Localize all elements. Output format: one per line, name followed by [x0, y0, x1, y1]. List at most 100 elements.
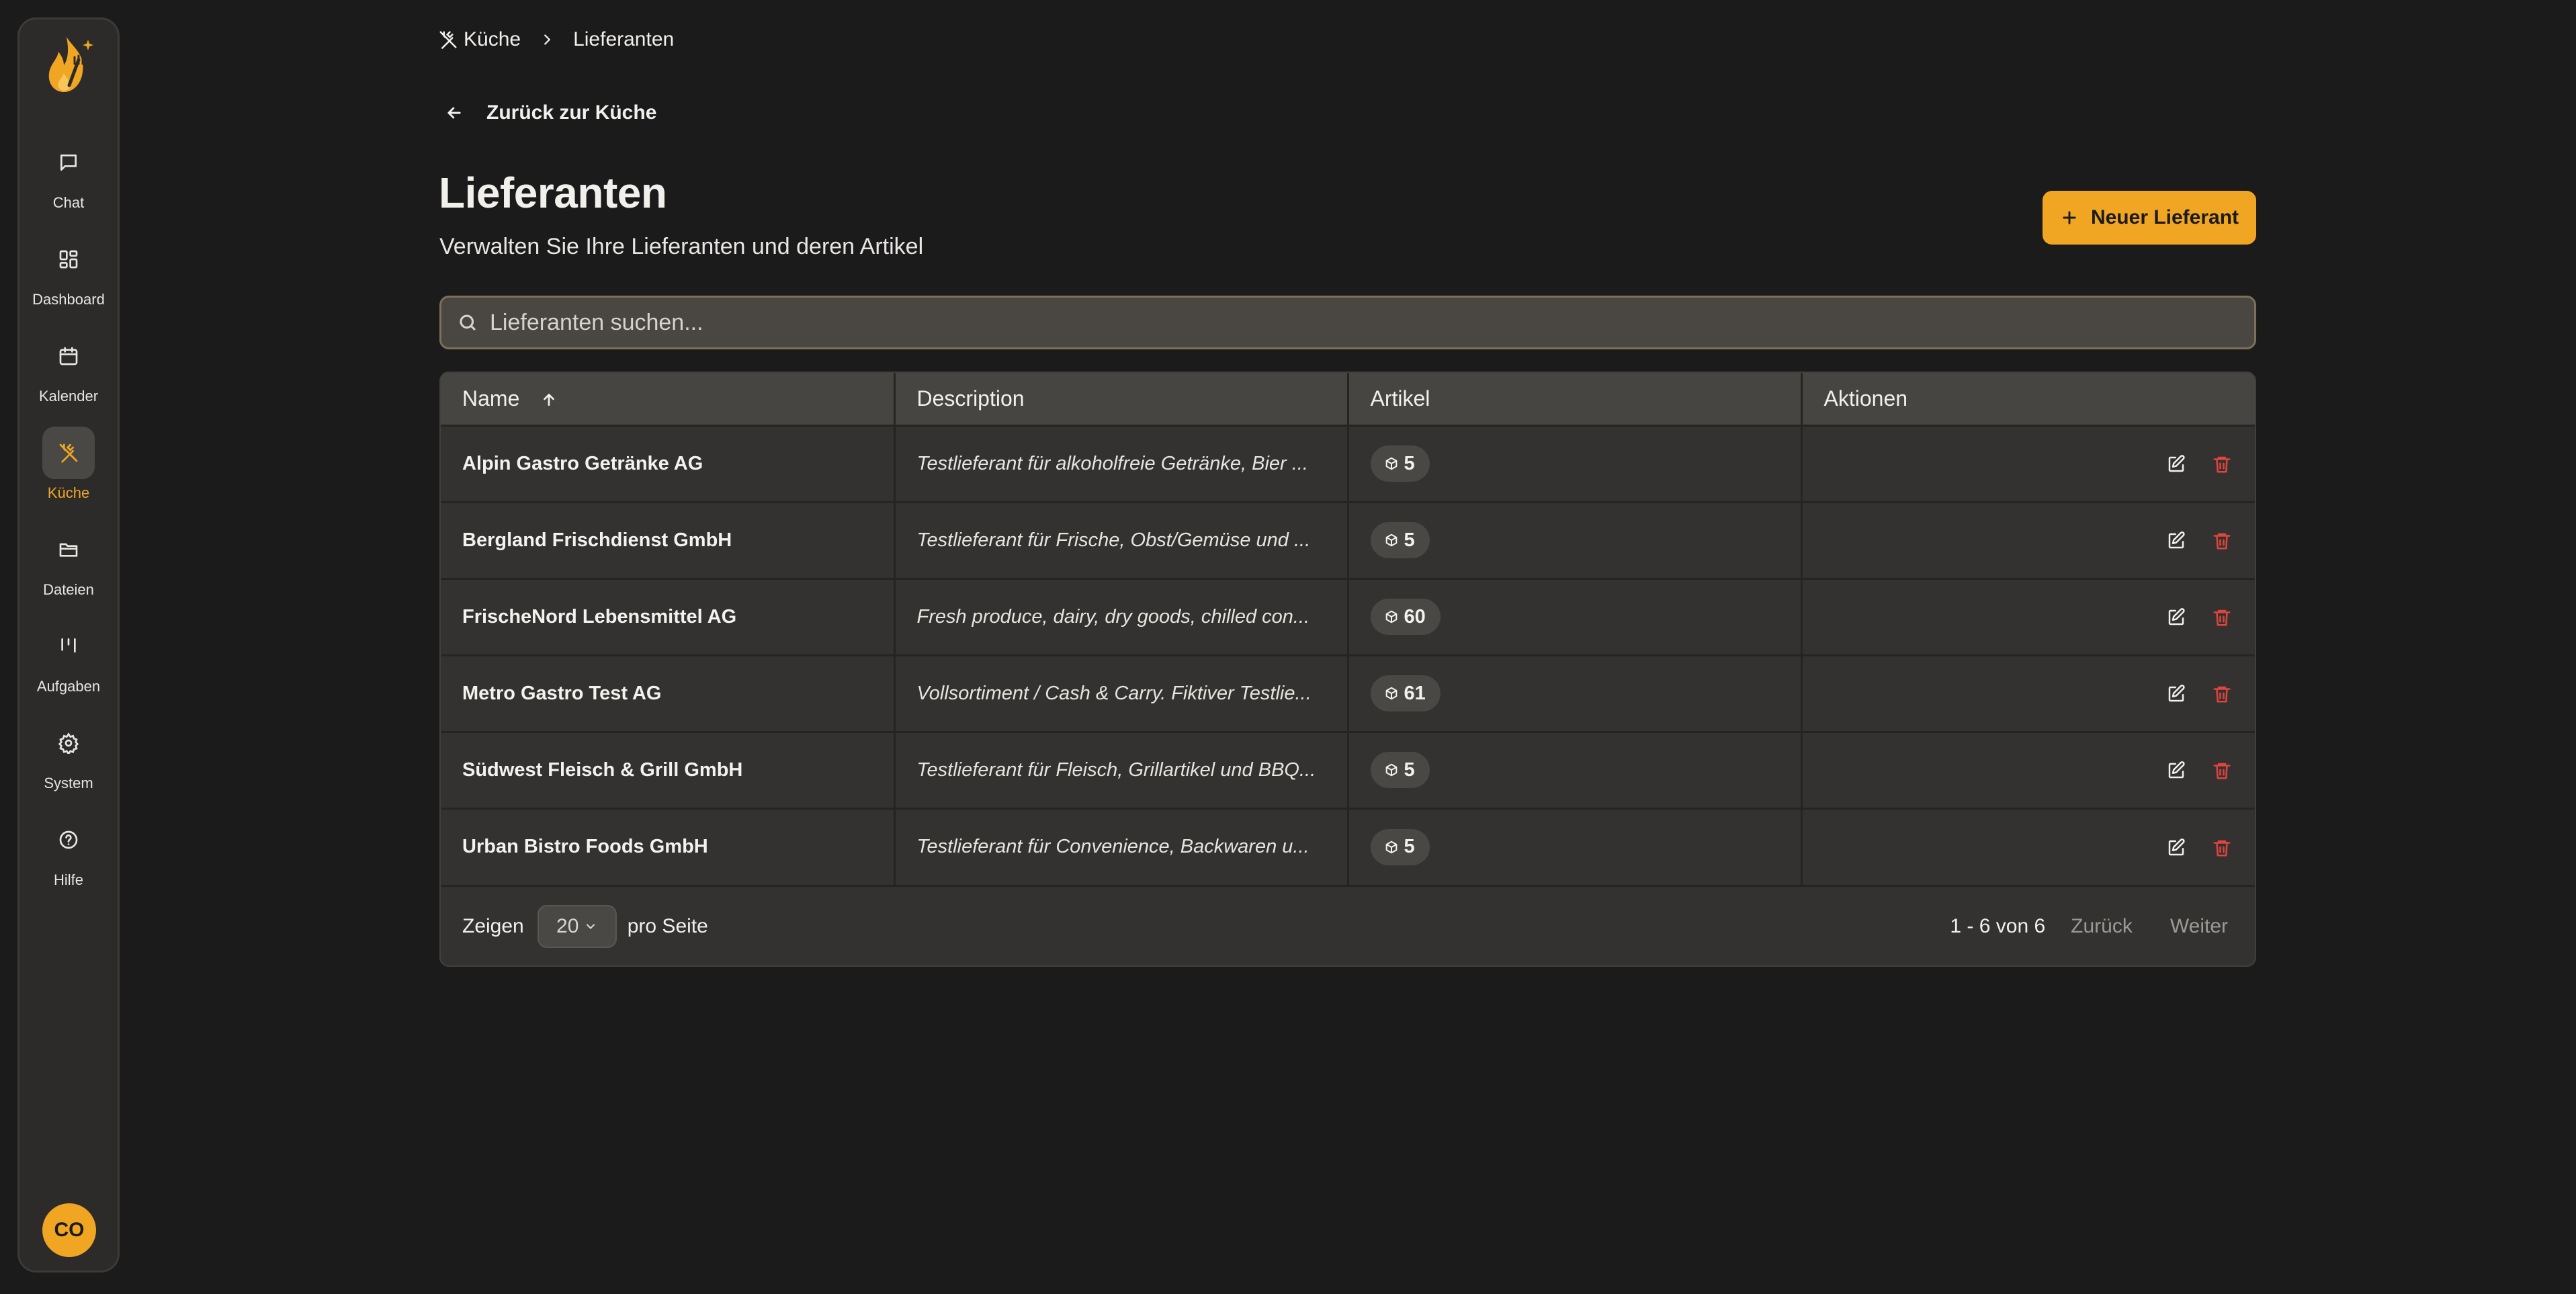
actions-cell [1801, 425, 2255, 502]
package-icon [1384, 763, 1399, 777]
sidebar-item-dateien[interactable]: Dateien [19, 523, 118, 617]
delete-icon[interactable] [2212, 531, 2232, 551]
delete-icon[interactable] [2212, 454, 2232, 474]
chevron-right-icon [540, 32, 554, 47]
supplier-name: Südwest Fleisch & Grill GmbH [441, 732, 896, 808]
supplier-description: Vollsortiment / Cash & Carry. Fiktiver T… [894, 655, 1349, 732]
article-count-badge: 5 [1370, 445, 1430, 482]
article-count-badge: 60 [1370, 599, 1441, 635]
page-size-value: 20 [556, 914, 579, 937]
grid-icon [42, 233, 95, 286]
table-row[interactable]: Alpin Gastro Getränke AG Testlieferant fü… [441, 425, 2255, 502]
back-link-label: Zurück zur Küche [486, 101, 657, 124]
article-count: 5 [1404, 529, 1415, 551]
edit-icon[interactable] [2166, 838, 2186, 858]
pagination-range: 1 - 6 von 6 [1950, 914, 2046, 937]
utensils-crossed-icon [438, 30, 458, 50]
breadcrumb-label: Küche [464, 28, 521, 50]
breadcrumb-current: Lieferanten [573, 28, 675, 50]
edit-icon[interactable] [2166, 454, 2186, 474]
column-header-description[interactable]: Description [894, 373, 1349, 425]
actions-cell [1801, 502, 2255, 578]
previous-page-button[interactable]: Zurück [2071, 915, 2133, 938]
delete-icon[interactable] [2212, 684, 2232, 704]
actions-cell [1801, 732, 2255, 808]
delete-icon[interactable] [2212, 607, 2232, 628]
package-icon [1384, 686, 1399, 701]
edit-icon[interactable] [2166, 531, 2186, 551]
sidebar-item-label: Küche [47, 484, 90, 501]
sidebar-item-label: System [44, 775, 93, 791]
sidebar-item-label: Dateien [43, 581, 94, 598]
table-row[interactable]: Metro Gastro Test AG Vollsortiment / Cash… [441, 655, 2255, 732]
sidebar-item-hilfe[interactable]: Hilfe [19, 814, 118, 908]
new-supplier-button[interactable]: Neuer Lieferant [2043, 191, 2256, 245]
breadcrumb: Küche Lieferanten [438, 26, 674, 54]
article-count-badge: 5 [1370, 828, 1430, 865]
supplier-description: Testlieferant für Frische, Obst/Gemüse u… [894, 502, 1349, 578]
table-row[interactable]: Bergland Frischdienst GmbH Testlieferant … [441, 502, 2255, 578]
sidebar-item-label: Hilfe [53, 871, 83, 888]
article-count-cell: 5 [1348, 502, 1803, 578]
article-count-cell: 60 [1348, 578, 1803, 655]
supplier-name: FrischeNord Lebensmittel AG [441, 578, 896, 655]
sidebar-item-chat[interactable]: Chat [19, 136, 118, 230]
package-icon [1384, 533, 1399, 548]
sidebar-item-kalender[interactable]: Kalender [19, 330, 118, 424]
article-count-badge: 5 [1370, 752, 1430, 788]
table-header-row: Name Description Artikel Aktionen [441, 373, 2255, 425]
column-header-aktionen: Aktionen [1823, 386, 1908, 411]
supplier-description: Testlieferant für Fleisch, Grillartikel … [894, 732, 1349, 808]
article-count-cell: 5 [1348, 425, 1803, 502]
sidebar-item-system[interactable]: System [19, 717, 118, 811]
logo-icon[interactable] [44, 33, 97, 97]
article-count: 60 [1404, 605, 1426, 628]
article-count-cell: 5 [1348, 808, 1803, 885]
article-count: 61 [1404, 682, 1426, 704]
table-row[interactable]: FrischeNord Lebensmittel AG Fresh produce… [441, 578, 2255, 655]
breadcrumb-item-kueche[interactable]: Küche [438, 28, 521, 51]
sidebar-item-dashboard[interactable]: Dashboard [19, 233, 118, 327]
article-count: 5 [1404, 452, 1415, 474]
avatar[interactable]: CO [42, 1203, 96, 1257]
actions-cell [1801, 655, 2255, 732]
delete-icon[interactable] [2212, 838, 2232, 858]
edit-icon[interactable] [2166, 684, 2186, 704]
arrow-left-icon [445, 103, 464, 122]
per-page-label: pro Seite [627, 914, 708, 937]
article-count-cell: 5 [1348, 732, 1803, 808]
supplier-name: Bergland Frischdienst GmbH [441, 502, 896, 578]
sidebar-item-kueche[interactable]: Küche [19, 427, 118, 521]
search-icon [458, 312, 478, 333]
folder-icon [42, 523, 95, 576]
search-input[interactable] [490, 309, 2254, 336]
new-supplier-label: Neuer Lieferant [2090, 206, 2239, 228]
article-count: 5 [1404, 759, 1415, 781]
article-count: 5 [1404, 836, 1415, 858]
edit-icon[interactable] [2166, 761, 2186, 781]
chevron-down-icon [584, 920, 597, 933]
next-page-button[interactable]: Weiter [2170, 915, 2228, 938]
pagination-bar: Zeigen 20 pro Seite 1 - 6 von 6 Zurück W… [441, 885, 2255, 965]
column-header-artikel[interactable]: Artikel [1348, 373, 1803, 425]
package-icon [1384, 840, 1399, 855]
page-title: Lieferanten [439, 169, 667, 217]
back-to-kitchen-link[interactable]: Zurück zur Küche [445, 98, 656, 128]
utensils-crossed-icon [42, 427, 95, 479]
actions-cell [1801, 578, 2255, 655]
article-count-cell: 61 [1348, 655, 1803, 732]
search-bar [439, 296, 2256, 349]
sidebar: Chat Dashboard Kalender Küche Dateien Au… [17, 17, 120, 1273]
package-icon [1384, 456, 1399, 471]
delete-icon[interactable] [2212, 761, 2232, 781]
sidebar-item-aufgaben[interactable]: Aufgaben [19, 620, 118, 714]
kanban-icon [42, 620, 95, 673]
column-header-name[interactable]: Name [441, 373, 896, 425]
edit-icon[interactable] [2166, 607, 2186, 628]
table-row[interactable]: Urban Bistro Foods GmbH Testlieferant für… [441, 808, 2255, 885]
page-size-select[interactable]: 20 [537, 904, 617, 948]
calendar-icon [42, 330, 95, 382]
table-row[interactable]: Südwest Fleisch & Grill GmbH Testlieferan… [441, 732, 2255, 808]
article-count-badge: 61 [1370, 675, 1441, 711]
suppliers-table: Name Description Artikel Aktionen Alpin … [439, 372, 2256, 967]
